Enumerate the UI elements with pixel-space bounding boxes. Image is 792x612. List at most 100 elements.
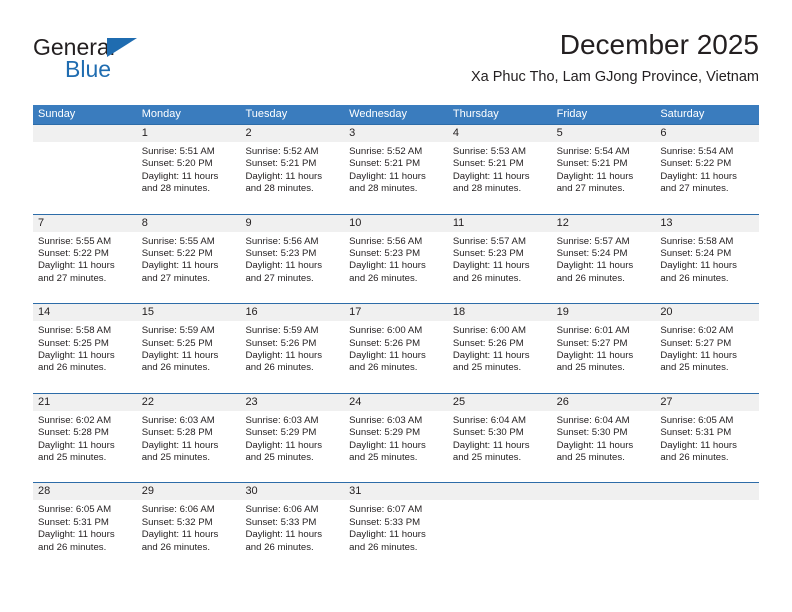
daylight-text: Daylight: 11 hours and 26 minutes. <box>245 529 323 553</box>
day-details: Sunrise: 6:05 AM Sunset: 5:31 PM Dayligh… <box>655 411 759 465</box>
sunset-text: Sunset: 5:21 PM <box>349 158 421 170</box>
sunrise-text: Sunrise: 6:00 AM <box>452 325 526 337</box>
day-cell[interactable]: 8 Sunrise: 5:55 AM Sunset: 5:22 PM Dayli… <box>136 214 241 304</box>
day-cell[interactable]: 2 Sunrise: 5:52 AM Sunset: 5:21 PM Dayli… <box>240 125 345 214</box>
sunrise-text: Sunrise: 6:01 AM <box>556 325 630 337</box>
sunset-text: Sunset: 5:26 PM <box>349 337 421 349</box>
day-number: 22 <box>136 393 241 411</box>
day-number <box>33 125 137 142</box>
day-cell[interactable]: 22 Sunrise: 6:03 AM Sunset: 5:28 PM Dayl… <box>136 393 241 483</box>
day-cell[interactable] <box>33 125 137 214</box>
day-details: Sunrise: 5:58 AM Sunset: 5:25 PM Dayligh… <box>33 321 137 375</box>
day-cell[interactable]: 12 Sunrise: 5:57 AM Sunset: 5:24 PM Dayl… <box>551 214 656 304</box>
day-cell[interactable]: 1 Sunrise: 5:51 AM Sunset: 5:20 PM Dayli… <box>136 125 241 214</box>
day-cell[interactable] <box>655 483 760 572</box>
weekday-header-monday: Monday <box>141 108 181 120</box>
day-number: 28 <box>33 483 137 501</box>
day-cell[interactable]: 9 Sunrise: 5:56 AM Sunset: 5:23 PM Dayli… <box>240 214 345 304</box>
day-cell[interactable]: 20 Sunrise: 6:02 AM Sunset: 5:27 PM Dayl… <box>655 304 760 393</box>
day-cell[interactable]: 13 Sunrise: 5:58 AM Sunset: 5:24 PM Dayl… <box>655 214 760 304</box>
sunrise-text: Sunrise: 5:58 AM <box>660 235 734 247</box>
sunrise-text: Sunrise: 5:55 AM <box>38 235 112 247</box>
day-details: Sunrise: 6:01 AM Sunset: 5:27 PM Dayligh… <box>552 321 656 375</box>
calendar-week-row: 14 Sunrise: 5:58 AM Sunset: 5:25 PM Dayl… <box>33 303 760 393</box>
day-cell[interactable]: 19 Sunrise: 6:01 AM Sunset: 5:27 PM Dayl… <box>551 304 656 393</box>
day-cell[interactable]: 17 Sunrise: 6:00 AM Sunset: 5:26 PM Dayl… <box>344 304 448 393</box>
day-cell[interactable]: 27 Sunrise: 6:05 AM Sunset: 5:31 PM Dayl… <box>655 393 760 483</box>
day-details: Sunrise: 5:52 AM Sunset: 5:21 PM Dayligh… <box>344 142 448 196</box>
day-cell[interactable]: 28 Sunrise: 6:05 AM Sunset: 5:31 PM Dayl… <box>33 483 137 572</box>
day-cell[interactable]: 21 Sunrise: 6:02 AM Sunset: 5:28 PM Dayl… <box>33 393 137 483</box>
day-cell[interactable]: 15 Sunrise: 5:59 AM Sunset: 5:25 PM Dayl… <box>136 304 241 393</box>
day-cell[interactable]: 26 Sunrise: 6:04 AM Sunset: 5:30 PM Dayl… <box>551 393 656 483</box>
day-cell[interactable]: 29 Sunrise: 6:06 AM Sunset: 5:32 PM Dayl… <box>136 483 241 572</box>
day-cell[interactable]: 16 Sunrise: 5:59 AM Sunset: 5:26 PM Dayl… <box>240 304 345 393</box>
sunrise-text: Sunrise: 6:03 AM <box>245 414 319 426</box>
sunset-text: Sunset: 5:25 PM <box>38 337 109 349</box>
daylight-text: Daylight: 11 hours and 26 minutes. <box>452 260 530 284</box>
sunrise-text: Sunrise: 6:07 AM <box>349 504 423 516</box>
daylight-text: Daylight: 11 hours and 26 minutes. <box>349 260 426 284</box>
day-details: Sunrise: 6:06 AM Sunset: 5:33 PM Dayligh… <box>240 500 344 554</box>
daylight-text: Daylight: 11 hours and 28 minutes. <box>141 170 219 195</box>
day-cell[interactable]: 3 Sunrise: 5:52 AM Sunset: 5:21 PM Dayli… <box>344 125 448 214</box>
day-number: 19 <box>551 304 656 322</box>
sunset-text: Sunset: 5:31 PM <box>660 427 732 439</box>
weekday-header-row: Sunday Monday Tuesday Wednesday Thursday… <box>33 105 759 124</box>
sunrise-text: Sunrise: 5:57 AM <box>452 235 526 247</box>
daylight-text: Daylight: 11 hours and 26 minutes. <box>141 350 219 374</box>
day-number: 11 <box>447 214 552 232</box>
day-cell[interactable]: 6 Sunrise: 5:54 AM Sunset: 5:22 PM Dayli… <box>655 125 760 214</box>
day-details: Sunrise: 6:02 AM Sunset: 5:27 PM Dayligh… <box>655 321 759 375</box>
day-cell[interactable]: 25 Sunrise: 6:04 AM Sunset: 5:30 PM Dayl… <box>447 393 552 483</box>
day-cell[interactable]: 4 Sunrise: 5:53 AM Sunset: 5:21 PM Dayli… <box>447 125 552 214</box>
page-subtitle: Xa Phuc Tho, Lam GJong Province, Vietnam <box>470 69 759 85</box>
sunset-text: Sunset: 5:21 PM <box>452 158 524 170</box>
day-cell[interactable]: 7 Sunrise: 5:55 AM Sunset: 5:22 PM Dayli… <box>33 214 137 304</box>
daylight-text: Daylight: 11 hours and 27 minutes. <box>245 260 323 284</box>
day-details: Sunrise: 5:51 AM Sunset: 5:20 PM Dayligh… <box>137 142 241 196</box>
sunset-text: Sunset: 5:25 PM <box>141 337 213 349</box>
day-cell[interactable]: 18 Sunrise: 6:00 AM Sunset: 5:26 PM Dayl… <box>447 304 552 393</box>
day-cell[interactable]: 10 Sunrise: 5:56 AM Sunset: 5:23 PM Dayl… <box>344 214 448 304</box>
sunrise-text: Sunrise: 5:52 AM <box>349 146 423 157</box>
sunset-text: Sunset: 5:20 PM <box>141 158 213 170</box>
day-details: Sunrise: 5:56 AM Sunset: 5:23 PM Dayligh… <box>344 232 448 286</box>
day-number: 1 <box>136 125 241 142</box>
sunrise-text: Sunrise: 5:54 AM <box>660 146 734 157</box>
day-details: Sunrise: 5:57 AM Sunset: 5:24 PM Dayligh… <box>552 232 656 286</box>
sunset-text: Sunset: 5:21 PM <box>556 158 628 170</box>
day-cell[interactable] <box>447 483 552 572</box>
logo-triangle-icon <box>107 38 137 57</box>
day-cell[interactable]: 11 Sunrise: 5:57 AM Sunset: 5:23 PM Dayl… <box>447 214 552 304</box>
day-number: 24 <box>344 393 448 411</box>
day-details: Sunrise: 6:04 AM Sunset: 5:30 PM Dayligh… <box>552 411 656 465</box>
day-number <box>447 483 552 501</box>
daylight-text: Daylight: 11 hours and 25 minutes. <box>452 439 530 463</box>
day-cell[interactable]: 24 Sunrise: 6:03 AM Sunset: 5:29 PM Dayl… <box>344 393 448 483</box>
day-number: 14 <box>33 304 137 322</box>
day-number: 8 <box>136 214 241 232</box>
day-cell[interactable]: 23 Sunrise: 6:03 AM Sunset: 5:29 PM Dayl… <box>240 393 345 483</box>
day-cell[interactable]: 30 Sunrise: 6:06 AM Sunset: 5:33 PM Dayl… <box>240 483 345 572</box>
day-cell[interactable]: 14 Sunrise: 5:58 AM Sunset: 5:25 PM Dayl… <box>33 304 137 393</box>
daylight-text: Daylight: 11 hours and 26 minutes. <box>660 260 737 284</box>
day-cell[interactable] <box>551 483 656 572</box>
weekday-header-tuesday: Tuesday <box>245 108 288 120</box>
daylight-text: Daylight: 11 hours and 28 minutes. <box>245 170 323 195</box>
sunset-text: Sunset: 5:23 PM <box>452 248 524 259</box>
sunset-text: Sunset: 5:26 PM <box>245 337 317 349</box>
day-number <box>551 483 656 501</box>
calendar-page: General Blue December 2025 Xa Phuc Tho, … <box>0 0 792 612</box>
day-number: 20 <box>655 304 760 322</box>
day-details: Sunrise: 5:58 AM Sunset: 5:24 PM Dayligh… <box>655 232 759 286</box>
day-cell[interactable]: 5 Sunrise: 5:54 AM Sunset: 5:21 PM Dayli… <box>551 125 656 214</box>
sunrise-text: Sunrise: 6:02 AM <box>660 325 734 337</box>
day-cell[interactable]: 31 Sunrise: 6:07 AM Sunset: 5:33 PM Dayl… <box>344 483 448 572</box>
sunrise-text: Sunrise: 5:54 AM <box>556 146 630 157</box>
sunset-text: Sunset: 5:30 PM <box>452 427 524 439</box>
day-details: Sunrise: 6:03 AM Sunset: 5:28 PM Dayligh… <box>137 411 241 465</box>
day-number: 4 <box>447 125 552 142</box>
sunset-text: Sunset: 5:22 PM <box>38 248 109 259</box>
sunrise-text: Sunrise: 6:04 AM <box>556 414 630 426</box>
